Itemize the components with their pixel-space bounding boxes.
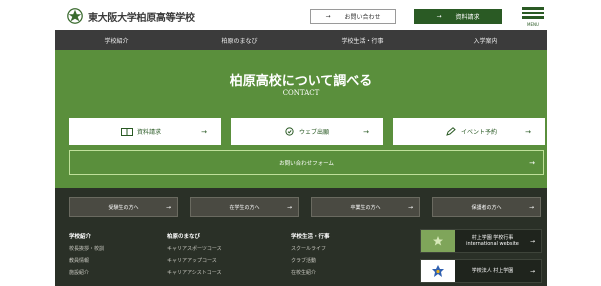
- for-applicants-label: 受験生の方へ: [108, 204, 139, 211]
- arrow-right-icon: →: [436, 13, 442, 20]
- arrow-right-icon: →: [529, 237, 535, 245]
- nav-item-admission[interactable]: 入学案内: [424, 36, 547, 45]
- arrow-right-icon: →: [525, 127, 531, 136]
- web-application-button[interactable]: ウェブ出願 →: [231, 118, 383, 145]
- contact-form-label: お問い合わせフォーム: [279, 160, 334, 167]
- document-request-label: 資料請求: [137, 129, 162, 136]
- for-graduates-label: 卒業生の方へ: [350, 204, 381, 211]
- for-parents-label: 保護者の方へ: [471, 204, 502, 211]
- header-contact-button[interactable]: → お問い合わせ: [310, 9, 396, 24]
- footer-column-school-life: 学校生活・行事 スクールライフ クラブ活動 在校生紹介: [291, 232, 330, 281]
- site-header: 東大阪大学柏原高等学校 → お問い合わせ → 資料請求 MENU: [0, 0, 601, 30]
- arrow-right-icon: →: [165, 203, 171, 211]
- menu-label: MENU: [527, 22, 539, 28]
- for-parents-button[interactable]: 保護者の方へ →: [432, 197, 541, 217]
- document-icon: [121, 127, 133, 136]
- header-request-button[interactable]: → 資料請求: [414, 9, 502, 24]
- section-title: 柏原高校について調べる: [229, 74, 373, 89]
- footer-heading[interactable]: 柏原のまなび: [167, 232, 222, 240]
- star-icon: [421, 230, 455, 252]
- banner-line1: 学校法人 村上学園: [471, 268, 514, 274]
- header-contact-label: お問い合わせ: [344, 14, 381, 21]
- arrow-right-icon: →: [286, 203, 292, 211]
- contact-section: 柏原高校について調べる CONTACT 資料請求 → ウェブ出願 → イベント予…: [55, 50, 547, 188]
- arrow-right-icon: →: [201, 127, 207, 136]
- nav-item-about[interactable]: 学校紹介: [55, 36, 178, 45]
- for-applicants-button[interactable]: 受験生の方へ →: [69, 197, 178, 217]
- for-students-label: 在学生の方へ: [229, 204, 260, 211]
- web-icon: [283, 127, 295, 136]
- pen-icon: [445, 127, 457, 136]
- main-nav: 学校紹介 柏原のまなび 学校生活・行事 入学案内: [55, 30, 547, 50]
- menu-bar-icon: [522, 11, 544, 15]
- footer-link[interactable]: 校長挨拶・校訓: [69, 245, 104, 252]
- hamburger-menu-button[interactable]: MENU: [520, 7, 546, 27]
- document-request-button[interactable]: 資料請求 →: [69, 118, 221, 145]
- banner-line2: international website: [466, 241, 519, 247]
- banner-text: 村上学園 学校行事 international website: [455, 235, 530, 247]
- footer-link[interactable]: キャリアスポーツコース: [167, 245, 222, 252]
- for-students-button[interactable]: 在学生の方へ →: [190, 197, 299, 217]
- footer-link[interactable]: スクールライフ: [291, 245, 330, 252]
- for-graduates-button[interactable]: 卒業生の方へ →: [311, 197, 420, 217]
- banner-text: 学校法人 村上学園: [455, 268, 530, 274]
- footer-heading[interactable]: 学校紹介: [69, 232, 104, 240]
- murakami-gakuen-banner[interactable]: 学校法人 村上学園 →: [420, 259, 542, 283]
- arrow-right-icon: →: [407, 203, 413, 211]
- arrow-right-icon: →: [528, 203, 534, 211]
- footer-link[interactable]: キャリアアップコース: [167, 257, 222, 264]
- international-website-banner[interactable]: 村上学園 学校行事 international website →: [420, 229, 542, 253]
- menu-bar-icon: [522, 7, 544, 10]
- footer-link[interactable]: キャリアアシストコース: [167, 269, 222, 276]
- footer-link[interactable]: 施設紹介: [69, 269, 104, 276]
- school-emblem-icon: [67, 8, 83, 24]
- arrow-right-icon: →: [529, 267, 535, 275]
- nav-item-learning[interactable]: 柏原のまなび: [178, 36, 301, 45]
- footer-link[interactable]: クラブ活動: [291, 257, 330, 264]
- emblem-icon: [421, 260, 455, 282]
- school-name: 東大阪大学柏原高等学校: [88, 12, 195, 24]
- contact-form-link[interactable]: お問い合わせフォーム →: [69, 150, 544, 175]
- arrow-right-icon: →: [325, 13, 331, 20]
- nav-item-school-life[interactable]: 学校生活・行事: [301, 36, 424, 45]
- footer-link[interactable]: 在校生紹介: [291, 269, 330, 276]
- footer-column-learning: 柏原のまなび キャリアスポーツコース キャリアアップコース キャリアアシストコー…: [167, 232, 222, 281]
- web-application-label: ウェブ出願: [299, 129, 330, 136]
- menu-bar-icon: [522, 16, 544, 20]
- school-logo[interactable]: 東大阪大学柏原高等学校: [66, 7, 195, 25]
- footer-link[interactable]: 教員情報: [69, 257, 104, 264]
- footer-section: 受験生の方へ → 在学生の方へ → 卒業生の方へ → 保護者の方へ → 学校紹介…: [55, 188, 547, 286]
- event-reservation-button[interactable]: イベント予約 →: [393, 118, 545, 145]
- footer-column-about: 学校紹介 校長挨拶・校訓 教員情報 施設紹介: [69, 232, 104, 281]
- arrow-right-icon: →: [529, 158, 535, 167]
- header-request-label: 資料請求: [455, 14, 480, 21]
- footer-heading[interactable]: 学校生活・行事: [291, 232, 330, 240]
- arrow-right-icon: →: [363, 127, 369, 136]
- section-subtitle: CONTACT: [282, 89, 320, 97]
- event-reservation-label: イベント予約: [461, 129, 498, 136]
